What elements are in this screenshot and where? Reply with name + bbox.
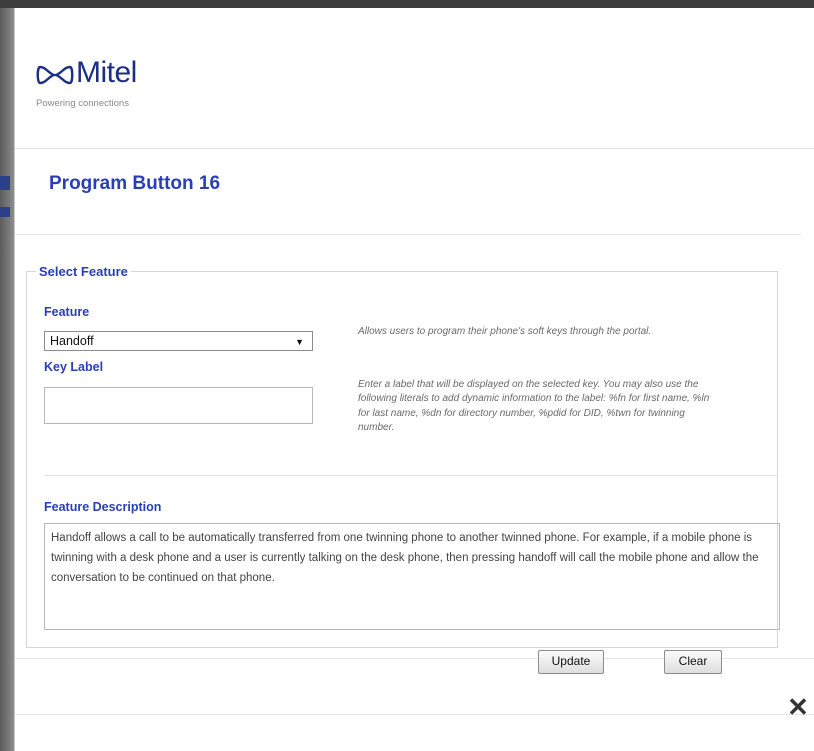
select-feature-legend: Select Feature (39, 264, 128, 279)
key-label-label: Key Label (44, 360, 104, 374)
feature-select-value: Handoff (50, 334, 94, 348)
divider (15, 234, 801, 235)
feature-description-text: Handoff allows a call to be automaticall… (44, 523, 780, 630)
page-backdrop-top (0, 0, 814, 8)
mitel-logo-icon (36, 65, 74, 85)
backdrop-link-fragment (0, 207, 10, 217)
divider (44, 475, 778, 476)
feature-description-label: Feature Description (44, 500, 162, 514)
feature-select[interactable]: Handoff ▼ (44, 331, 313, 351)
dropdown-arrow-icon: ▼ (295, 337, 304, 347)
dialog-title: Program Button 16 (49, 173, 221, 194)
program-button-dialog: Mitel Powering connections Program Butto… (14, 8, 814, 751)
update-button[interactable]: Update (538, 650, 604, 674)
backdrop-link-fragment (0, 176, 10, 190)
feature-help-text: Allows users to program their phone's so… (358, 326, 652, 337)
divider (15, 148, 814, 149)
key-label-help-text: Enter a label that will be displayed on … (358, 379, 710, 433)
key-label-input[interactable] (44, 387, 313, 424)
brand-tagline: Powering connections (36, 98, 129, 109)
close-icon[interactable]: ✕ (787, 694, 809, 720)
clear-button[interactable]: Clear (664, 650, 722, 674)
brand-name: Mitel (76, 56, 137, 89)
divider (15, 714, 814, 715)
feature-label: Feature (44, 305, 90, 319)
